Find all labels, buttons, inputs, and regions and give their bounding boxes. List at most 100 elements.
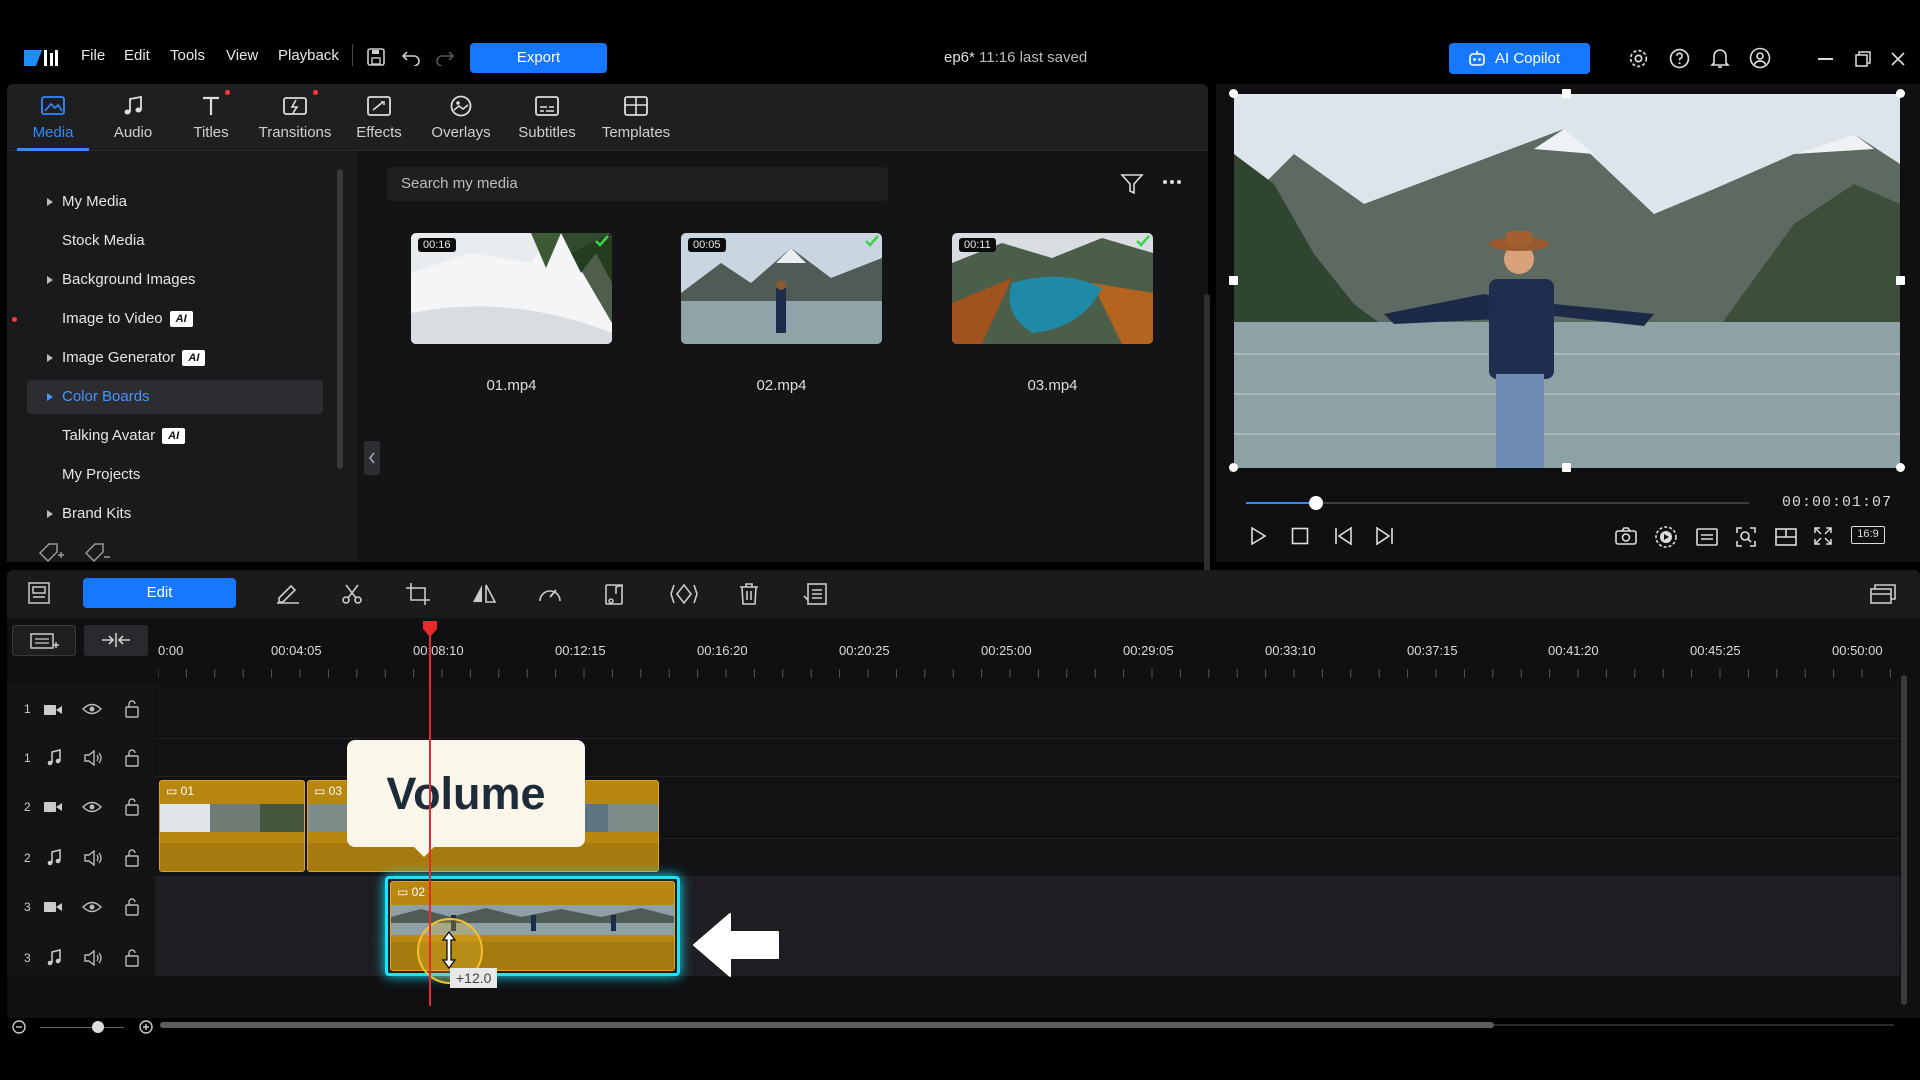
media-thumb-03[interactable]: 00:11 (952, 233, 1153, 344)
flip-icon[interactable] (471, 582, 497, 606)
playback-knob[interactable] (1309, 496, 1324, 510)
more-tools-icon[interactable] (802, 582, 828, 606)
sidebar-item-my-projects[interactable]: My Projects (27, 458, 323, 492)
filter-icon[interactable] (1120, 173, 1144, 195)
resize-handle-bottom[interactable] (1562, 463, 1571, 472)
audio-edit-icon[interactable] (603, 582, 629, 606)
speaker-icon[interactable] (83, 750, 103, 766)
sidebar-item-background-images[interactable]: Background Images (27, 263, 323, 297)
remove-tag-icon[interactable] (83, 541, 111, 563)
lock-icon[interactable] (125, 849, 139, 867)
save-icon[interactable] (366, 47, 386, 67)
timeline-clip-01[interactable]: ▭ 01 (159, 780, 305, 872)
previous-frame-icon[interactable] (1333, 526, 1355, 546)
tab-media[interactable]: Media (17, 84, 89, 151)
visibility-eye-icon[interactable] (82, 900, 102, 914)
settings-icon[interactable] (1628, 48, 1649, 69)
zoom-slider-knob[interactable] (92, 1021, 104, 1033)
sidebar-item-my-media[interactable]: My Media (27, 185, 323, 219)
edit-button[interactable]: Edit (83, 578, 236, 608)
timeline-horizontal-scrollbar[interactable] (160, 1022, 1494, 1028)
delete-icon[interactable] (738, 582, 760, 606)
resize-handle-bottom-right[interactable] (1896, 463, 1905, 472)
zoom-preview-icon[interactable] (1735, 526, 1757, 548)
redo-icon[interactable] (435, 48, 455, 66)
tab-templates[interactable]: Templates (595, 84, 677, 151)
lock-icon[interactable] (125, 798, 139, 816)
playback-quality-icon[interactable] (1654, 525, 1678, 549)
minimize-icon[interactable] (1818, 58, 1833, 60)
resize-handle-right[interactable] (1896, 276, 1905, 285)
play-icon[interactable] (1248, 526, 1268, 546)
snapshot-icon[interactable] (1614, 526, 1638, 546)
menu-edit[interactable]: Edit (124, 47, 150, 64)
lock-icon[interactable] (125, 898, 139, 916)
search-input[interactable]: Search my media (387, 167, 888, 201)
sidebar-item-image-to-video[interactable]: Image to Video AI (12, 302, 323, 336)
export-button[interactable]: Export (470, 43, 607, 73)
menu-file[interactable]: File (81, 47, 105, 64)
menu-playback[interactable]: Playback (278, 47, 339, 64)
timeline-vertical-scrollbar[interactable] (1901, 675, 1907, 1005)
collapse-sidebar-button[interactable] (364, 441, 380, 475)
aspect-ratio-button[interactable]: 16:9 (1851, 526, 1885, 544)
preview-video[interactable] (1234, 94, 1900, 468)
fullscreen-icon[interactable] (1813, 526, 1833, 546)
split-icon[interactable] (340, 582, 364, 606)
add-tag-icon[interactable] (37, 541, 65, 563)
more-options-icon[interactable] (1162, 177, 1182, 187)
storyboard-toggle-icon[interactable] (27, 581, 51, 605)
playhead-marker[interactable] (422, 620, 438, 638)
sidebar-item-talking-avatar[interactable]: Talking Avatar AI (27, 419, 323, 453)
add-track-button[interactable] (12, 625, 76, 656)
lock-icon[interactable] (125, 949, 139, 967)
sidebar-item-image-generator[interactable]: Image Generator AI (27, 341, 323, 375)
tab-effects[interactable]: Effects (345, 84, 413, 151)
subtitle-toggle-icon[interactable] (1695, 527, 1719, 547)
keyframe-icon[interactable] (669, 582, 699, 606)
speaker-icon[interactable] (83, 850, 103, 866)
sidebar-item-stock-media[interactable]: Stock Media (27, 224, 323, 258)
menu-view[interactable]: View (226, 47, 258, 64)
resize-handle-top-right[interactable] (1896, 89, 1905, 98)
next-frame-icon[interactable] (1373, 526, 1395, 546)
visibility-eye-icon[interactable] (82, 702, 102, 716)
lock-icon[interactable] (125, 749, 139, 767)
ai-copilot-button[interactable]: AI Copilot (1449, 43, 1590, 74)
speed-icon[interactable] (537, 582, 563, 606)
playback-scrubber[interactable] (1246, 496, 1749, 510)
media-thumb-01[interactable]: 00:16 (411, 233, 612, 344)
menu-tools[interactable]: Tools (170, 47, 205, 64)
safe-zone-icon[interactable] (1774, 527, 1798, 547)
sidebar-scrollbar[interactable] (337, 169, 343, 469)
lock-icon[interactable] (125, 700, 139, 718)
notification-icon[interactable] (1710, 47, 1730, 69)
undo-icon[interactable] (401, 48, 421, 66)
zoom-out-icon[interactable] (12, 1020, 26, 1034)
tab-audio[interactable]: Audio (99, 84, 167, 151)
media-thumb-02[interactable]: 00:05 (681, 233, 882, 344)
resize-handle-bottom-left[interactable] (1229, 463, 1238, 472)
zoom-slider[interactable] (40, 1027, 124, 1028)
account-icon[interactable] (1749, 47, 1771, 69)
fit-timeline-button[interactable] (84, 625, 148, 656)
visibility-eye-icon[interactable] (82, 800, 102, 814)
stop-icon[interactable] (1291, 527, 1309, 545)
timeline-settings-icon[interactable] (1869, 582, 1897, 606)
sidebar-item-brand-kits[interactable]: Brand Kits (27, 497, 323, 531)
restore-icon[interactable] (1855, 51, 1871, 67)
tab-overlays[interactable]: Overlays (423, 84, 499, 151)
pen-tool-icon[interactable] (275, 582, 301, 604)
crop-icon[interactable] (405, 582, 431, 606)
speaker-icon[interactable] (83, 950, 103, 966)
help-icon[interactable] (1669, 48, 1690, 69)
tab-titles[interactable]: Titles (177, 84, 245, 151)
resize-handle-left[interactable] (1229, 276, 1238, 285)
tab-transitions[interactable]: Transitions (255, 84, 335, 151)
close-icon[interactable] (1890, 51, 1906, 67)
resize-handle-top-left[interactable] (1229, 89, 1238, 98)
resize-handle-top[interactable] (1562, 89, 1571, 98)
tab-subtitles[interactable]: Subtitles (509, 84, 585, 151)
sidebar-item-color-boards[interactable]: Color Boards (27, 380, 323, 414)
zoom-in-icon[interactable] (139, 1020, 153, 1034)
